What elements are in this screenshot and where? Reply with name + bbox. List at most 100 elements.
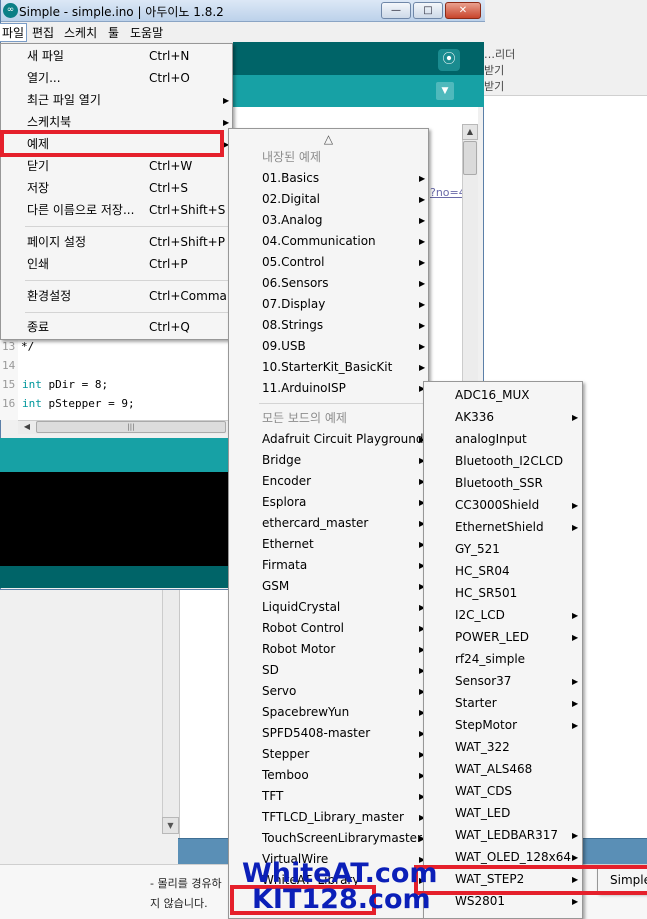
background-scrollbar[interactable] xyxy=(162,590,179,834)
library-example-item[interactable]: CC3000Shield ▶ xyxy=(424,495,582,516)
watermark-kit128: KIT128.com xyxy=(252,884,431,915)
examples-board-item[interactable]: Stepper▶ xyxy=(229,744,428,765)
chevron-down-icon[interactable]: ▼ xyxy=(436,82,454,100)
menu-help[interactable]: 도움말 xyxy=(130,24,163,41)
highlight-examples xyxy=(0,130,224,157)
menu-edit[interactable]: 편집 xyxy=(32,24,54,41)
examples-board-item[interactable]: SPFD5408-master▶ xyxy=(229,723,428,744)
submenu-arrow-icon: ▶ xyxy=(572,721,579,730)
submenu-arrow-icon: ▶ xyxy=(419,174,426,183)
examples-builtin-item[interactable]: 10.StarterKit_BasicKit ▶ xyxy=(229,357,428,378)
examples-board-item[interactable]: GSM▶ xyxy=(229,576,428,597)
examples-board-item[interactable]: TouchScreenLibrarymaster▶ xyxy=(229,828,428,849)
side-text-3: 받기 xyxy=(484,80,505,93)
examples-board-item[interactable]: LiquidCrystal▶ xyxy=(229,597,428,618)
maximize-button[interactable]: □ xyxy=(413,2,443,19)
examples-board-item[interactable]: Firmata▶ xyxy=(229,555,428,576)
examples-board-item[interactable]: Servo▶ xyxy=(229,681,428,702)
examples-builtin-item[interactable]: 11.ArduinoISP▶ xyxy=(229,378,428,399)
library-example-item[interactable]: WAT_LEDBAR317 ▶ xyxy=(424,825,582,846)
file-menu-item[interactable]: 최근 파일 열기 ▶ xyxy=(1,90,232,111)
file-menu-item[interactable]: 저장 Ctrl+S xyxy=(1,178,232,199)
examples-board-item[interactable]: Bridge▶ xyxy=(229,450,428,471)
examples-board-item[interactable]: Temboo▶ xyxy=(229,765,428,786)
library-example-item[interactable]: StepMotor ▶ xyxy=(424,715,582,736)
examples-board-item[interactable]: SD▶ xyxy=(229,660,428,681)
library-example-item[interactable]: WAT_322 xyxy=(424,737,582,758)
file-menu-item[interactable]: 닫기 Ctrl+W xyxy=(1,156,232,177)
examples-board-item[interactable]: Adafruit Circuit Playground▶ xyxy=(229,429,428,450)
examples-builtin-item[interactable]: 04.Communication ▶ xyxy=(229,231,428,252)
examples-builtin-item[interactable]: 07.Display ▶ xyxy=(229,294,428,315)
examples-builtin-item[interactable]: 05.Control ▶ xyxy=(229,252,428,273)
examples-board-item[interactable]: SpacebrewYun▶ xyxy=(229,702,428,723)
minimize-button[interactable]: — xyxy=(381,2,411,19)
library-example-item[interactable]: Sensor37 ▶ xyxy=(424,671,582,692)
library-example-item[interactable]: ADC16_MUX xyxy=(424,385,582,406)
library-example-item[interactable]: Bluetooth_I2CLCD xyxy=(424,451,582,472)
library-example-item[interactable]: AK336 ▶ xyxy=(424,407,582,428)
examples-menu: △ 내장된 예제 01.Basics ▶ 02.Digital ▶ 03.Analog ▶… xyxy=(228,128,429,919)
examples-board-item[interactable]: Robot Motor▶ xyxy=(229,639,428,660)
examples-builtin-item[interactable]: 02.Digital ▶ xyxy=(229,189,428,210)
menu-file[interactable]: 파일 xyxy=(0,23,28,42)
library-example-item[interactable]: I2C_LCD ▶ xyxy=(424,605,582,626)
examples-board-item[interactable]: TFTLCD_Library_master▶ xyxy=(229,807,428,828)
menu-sketch[interactable]: 스케치 xyxy=(64,24,97,41)
close-button[interactable]: ✕ xyxy=(445,2,481,19)
examples-board-item[interactable]: TFT▶ xyxy=(229,786,428,807)
examples-board-item[interactable]: ethercard_master▶ xyxy=(229,513,428,534)
examples-board-item[interactable]: Esplora▶ xyxy=(229,492,428,513)
menu-separator xyxy=(259,403,426,404)
library-example-item[interactable]: WAT_LED xyxy=(424,803,582,824)
submenu-arrow-icon: ▶ xyxy=(223,96,230,105)
examples-board-item[interactable]: Encoder▶ xyxy=(229,471,428,492)
library-example-item[interactable]: HC_SR501 xyxy=(424,583,582,604)
background-scroll-down-button[interactable]: ▼ xyxy=(162,817,179,834)
library-example-item[interactable]: EthernetShield ▶ xyxy=(424,517,582,538)
file-menu-item[interactable]: 열기... Ctrl+O xyxy=(1,68,232,89)
scroll-thumb-horizontal[interactable]: ||| xyxy=(36,421,226,433)
file-menu-item[interactable]: 종료 Ctrl+Q xyxy=(1,317,232,338)
file-menu-item[interactable]: 페이지 설정 Ctrl+Shift+P xyxy=(1,232,232,253)
library-examples-menu: ADC16_MUX AK336 ▶ analogInput Bluetooth_I2CL… xyxy=(423,381,583,919)
library-example-item[interactable]: WAT_CDS xyxy=(424,781,582,802)
window-title: Simple - simple.ino | 아두이노 1.8.2 xyxy=(19,5,224,19)
menu-bar: 파일 편집 스케치 툴 도움말 xyxy=(0,22,485,42)
file-menu-item[interactable]: 인쇄 Ctrl+P xyxy=(1,254,232,275)
library-example-item[interactable]: analogInput xyxy=(424,429,582,450)
library-example-item[interactable]: HC_SR04 xyxy=(424,561,582,582)
library-example-item[interactable]: WAT_ALS468 xyxy=(424,759,582,780)
scroll-left-button[interactable]: ◀ xyxy=(20,421,34,433)
code-line: int pStepper = 9; xyxy=(22,397,135,410)
submenu-arrow-icon: ▶ xyxy=(572,501,579,510)
file-menu-item[interactable]: 다른 이름으로 저장... Ctrl+Shift+S xyxy=(1,200,232,221)
file-menu-item[interactable]: 새 파일 Ctrl+N xyxy=(1,46,232,67)
background-link[interactable]: ?no=4 xyxy=(430,186,466,199)
examples-builtin-item[interactable]: 01.Basics ▶ xyxy=(229,168,428,189)
scroll-thumb[interactable] xyxy=(463,141,477,175)
examples-builtin-item[interactable]: 08.Strings ▶ xyxy=(229,315,428,336)
examples-builtin-item[interactable]: 09.USB ▶ xyxy=(229,336,428,357)
serial-monitor-icon[interactable]: ⦿ xyxy=(438,49,460,71)
library-example-item[interactable]: Starter ▶ xyxy=(424,693,582,714)
scroll-up-button[interactable]: ▲ xyxy=(462,124,478,140)
menu-tools[interactable]: 툴 xyxy=(108,24,119,41)
file-menu-item[interactable]: 환경설정 Ctrl+Comma xyxy=(1,286,232,307)
examples-board-item[interactable]: Ethernet▶ xyxy=(229,534,428,555)
arduino-icon: ∞ xyxy=(3,3,18,18)
examples-builtin-item[interactable]: 03.Analog ▶ xyxy=(229,210,428,231)
library-example-item[interactable]: Bluetooth_SSR xyxy=(424,473,582,494)
library-example-item[interactable]: GY_521 xyxy=(424,539,582,560)
library-example-item[interactable]: rf24_simple xyxy=(424,649,582,670)
line-number: 15 xyxy=(2,378,16,391)
highlight-wat-step2 xyxy=(414,865,647,895)
code-line: int pDir = 8; xyxy=(22,378,109,391)
examples-board-item[interactable]: Robot Control▶ xyxy=(229,618,428,639)
library-example-item[interactable]: POWER_LED ▶ xyxy=(424,627,582,648)
background-toolbar: …리더 받기 받기 xyxy=(484,0,647,96)
menu-separator xyxy=(25,280,230,281)
examples-builtin-item[interactable]: 06.Sensors ▶ xyxy=(229,273,428,294)
submenu-arrow-icon: ▶ xyxy=(572,677,579,686)
menu-separator xyxy=(25,226,230,227)
